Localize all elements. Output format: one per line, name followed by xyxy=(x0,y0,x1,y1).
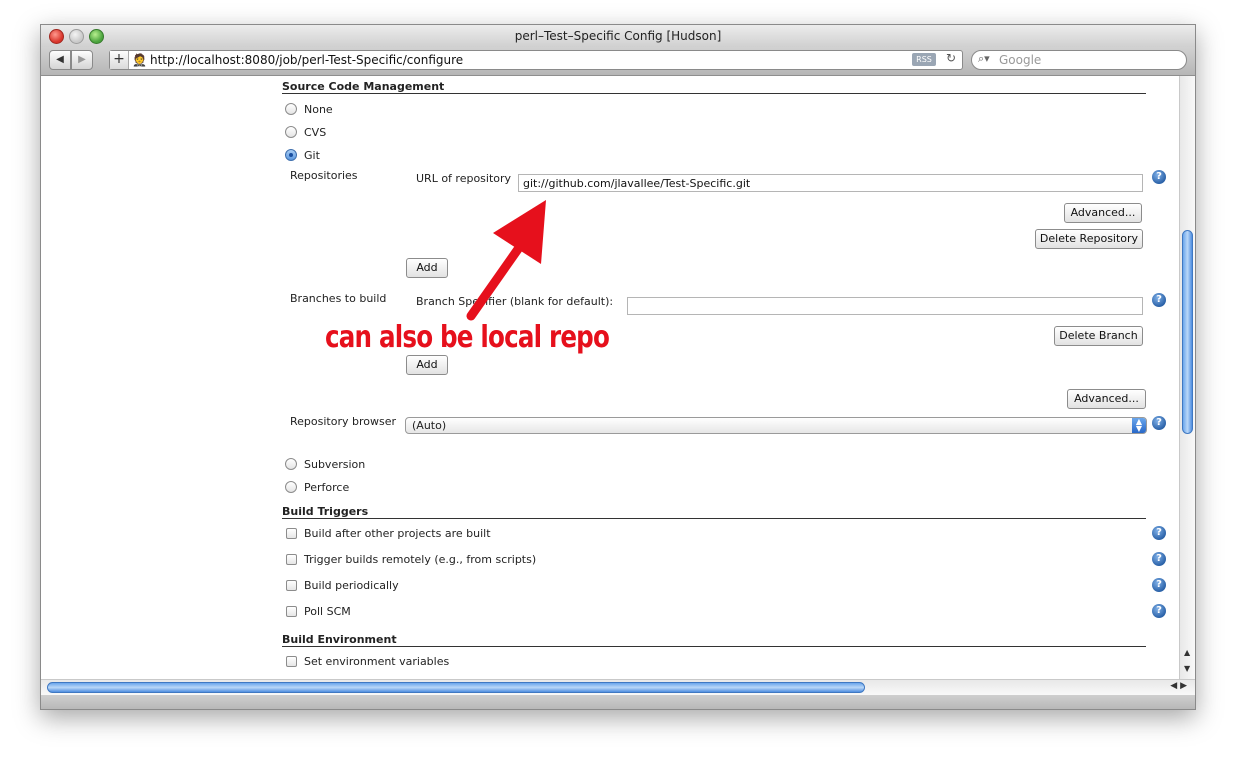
vertical-scroll-thumb[interactable] xyxy=(1182,230,1193,434)
scroll-up-icon[interactable]: ▲ xyxy=(1184,648,1190,657)
scroll-left-right-icon[interactable]: ◀ ▶ xyxy=(1170,681,1187,691)
back-button[interactable]: ◀ xyxy=(49,50,71,70)
vertical-scrollbar[interactable]: ▲ ▼ xyxy=(1179,76,1195,681)
search-input[interactable]: ⌕▾ Google xyxy=(971,50,1187,70)
search-placeholder: Google xyxy=(999,53,1042,67)
add-bookmark-button[interactable]: + xyxy=(110,51,129,69)
annotation-arrow-icon xyxy=(466,200,546,321)
browser-toolbar: ◀ ▶ + 🤵 http://localhost:8080/job/perl-T… xyxy=(41,47,1195,76)
browser-window: perl–Test–Specific Config [Hudson] ◀ ▶ +… xyxy=(40,24,1196,710)
status-bar xyxy=(41,695,1195,709)
window-title: perl–Test–Specific Config [Hudson] xyxy=(514,29,722,43)
page-content: Source Code Management None CVS Git Repo… xyxy=(41,76,1179,681)
horizontal-scrollbar[interactable]: ◀ ▶ xyxy=(41,679,1195,696)
magnifier-icon: ⌕▾ xyxy=(978,52,990,65)
forward-button[interactable]: ▶ xyxy=(71,50,93,70)
url-text[interactable]: http://localhost:8080/job/perl-Test-Spec… xyxy=(150,53,463,67)
scroll-down-icon[interactable]: ▼ xyxy=(1184,664,1190,673)
title-bar: perl–Test–Specific Config [Hudson] xyxy=(41,25,1195,47)
horizontal-scroll-thumb[interactable] xyxy=(47,682,865,693)
reload-icon[interactable]: ↻ xyxy=(946,51,956,65)
rss-icon[interactable]: RSS xyxy=(912,53,936,66)
annotation-text: can also be local repo xyxy=(325,320,610,355)
hudson-favicon-icon: 🤵 xyxy=(132,53,147,67)
address-bar[interactable]: + 🤵 http://localhost:8080/job/perl-Test-… xyxy=(109,50,963,70)
